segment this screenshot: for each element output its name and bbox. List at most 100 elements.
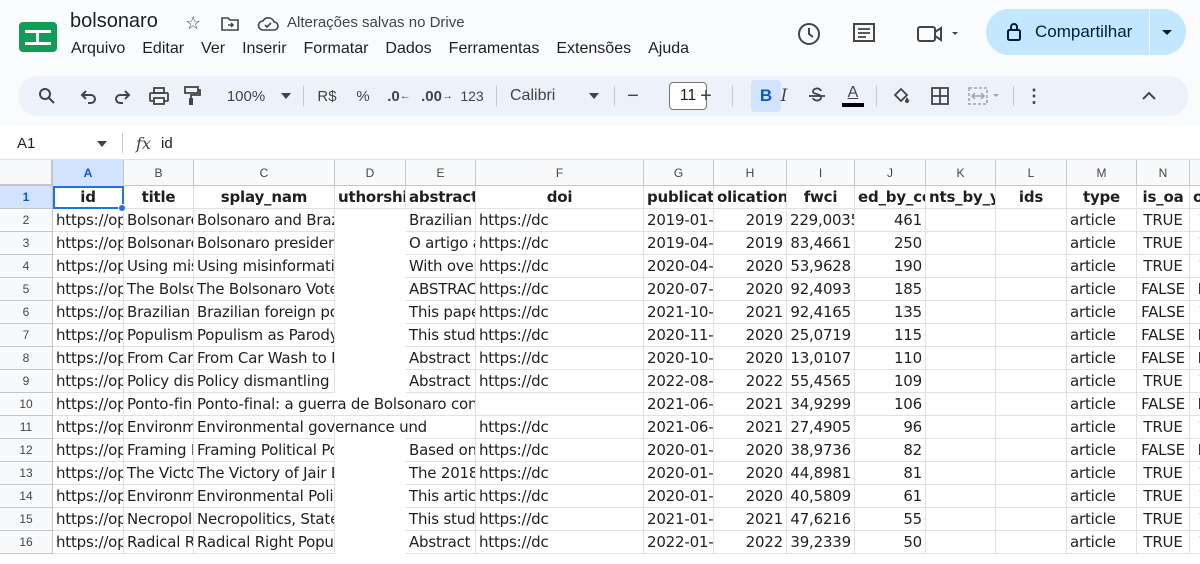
cell-i[interactable]: 39,2339 <box>787 531 855 554</box>
column-header-d[interactable]: D <box>335 160 406 186</box>
cell-m[interactable]: article <box>1067 209 1137 232</box>
cell-f[interactable]: https://dc <box>476 531 644 554</box>
row-number[interactable]: 3 <box>0 232 53 255</box>
cell-b[interactable]: The Bolso <box>124 278 194 301</box>
cell-b[interactable]: Bolsonaro <box>124 232 194 255</box>
currency-format-button[interactable]: R$ <box>314 84 340 108</box>
cell-k[interactable] <box>926 232 996 255</box>
share-button[interactable]: Compartilhar <box>986 9 1186 55</box>
merge-cells-icon[interactable] <box>966 84 1004 108</box>
cell-k[interactable] <box>926 393 996 416</box>
cell-c[interactable]: The Victory of Jair B <box>194 462 335 485</box>
cell-a[interactable]: https://op <box>53 255 124 278</box>
cell-i[interactable]: 38,9736 <box>787 439 855 462</box>
cell-l[interactable] <box>996 255 1067 278</box>
cell-l[interactable] <box>996 393 1067 416</box>
meet-icon[interactable] <box>912 20 962 48</box>
cell-a[interactable]: https://op <box>53 531 124 554</box>
cell-n[interactable]: TRUE <box>1137 416 1190 439</box>
name-box[interactable]: A1 <box>17 135 35 152</box>
cell-n[interactable]: TRUE <box>1137 209 1190 232</box>
cell-k[interactable] <box>926 485 996 508</box>
header-cell[interactable]: olication_y <box>714 186 787 209</box>
cell-e[interactable]: Based on <box>406 439 476 462</box>
cell-e[interactable]: With over <box>406 255 476 278</box>
cell-o[interactable]: FALSE <box>1190 347 1200 370</box>
font-dropdown-icon[interactable] <box>589 93 599 99</box>
cell-c[interactable]: Populism as Parody: <box>194 324 335 347</box>
cell-e[interactable]: O artigo a <box>406 232 476 255</box>
cell-i[interactable]: 92,4093 <box>787 278 855 301</box>
italic-button[interactable]: I <box>775 84 793 108</box>
sheets-logo-icon[interactable] <box>18 18 58 54</box>
text-color-button[interactable]: A <box>841 84 865 108</box>
cell-e[interactable]: Abstract D <box>406 370 476 393</box>
cell-e[interactable]: Abstract L <box>406 347 476 370</box>
cell-f[interactable]: https://dc <box>476 416 644 439</box>
cell-b[interactable]: Bolsonaro <box>124 209 194 232</box>
column-header-o[interactable]: O <box>1190 160 1200 186</box>
cell-a[interactable]: https://op <box>53 324 124 347</box>
cell-i[interactable]: 53,9628 <box>787 255 855 278</box>
cell-m[interactable]: article <box>1067 508 1137 531</box>
percent-format-button[interactable]: % <box>354 84 372 108</box>
cell-h[interactable]: 2020 <box>714 347 787 370</box>
cell-g[interactable]: 2021-06-21 <box>644 393 714 416</box>
cell-o[interactable]: TRUE <box>1190 370 1200 393</box>
cell-f[interactable] <box>476 393 644 416</box>
history-icon[interactable] <box>795 20 823 48</box>
cell-g[interactable]: 2022-01-12 <box>644 531 714 554</box>
cell-a[interactable]: https://op <box>53 416 124 439</box>
cell-e[interactable]: This articl <box>406 485 476 508</box>
cell-j[interactable]: 185 <box>855 278 926 301</box>
cell-k[interactable] <box>926 255 996 278</box>
cell-g[interactable]: 2019-01-01 <box>644 209 714 232</box>
cell-g[interactable]: 2022-08-16 <box>644 370 714 393</box>
cell-o[interactable]: TRUE <box>1190 416 1200 439</box>
column-header-k[interactable]: K <box>926 160 996 186</box>
cell-a[interactable]: https://op <box>53 301 124 324</box>
row-number[interactable]: 9 <box>0 370 53 393</box>
column-header-e[interactable]: E <box>406 160 476 186</box>
cell-n[interactable]: FALSE <box>1137 324 1190 347</box>
cell-h[interactable]: 2019 <box>714 232 787 255</box>
column-header-h[interactable]: H <box>714 160 787 186</box>
cell-j[interactable]: 50 <box>855 531 926 554</box>
cell-c[interactable]: Brazilian foreign pol <box>194 301 335 324</box>
cell-f[interactable]: https://dc <box>476 209 644 232</box>
cell-l[interactable] <box>996 485 1067 508</box>
cell-e[interactable]: Abstract I <box>406 531 476 554</box>
row-number[interactable]: 5 <box>0 278 53 301</box>
cell-i[interactable]: 229,0035 <box>787 209 855 232</box>
cell-a[interactable]: https://op <box>53 439 124 462</box>
cell-h[interactable]: 2021 <box>714 393 787 416</box>
cell-e[interactable]: The 2018 <box>406 462 476 485</box>
header-cell[interactable]: splay_nam <box>194 186 335 209</box>
cell-m[interactable]: article <box>1067 439 1137 462</box>
paint-format-icon[interactable] <box>181 84 203 108</box>
cell-m[interactable]: article <box>1067 393 1137 416</box>
cell-m[interactable]: article <box>1067 485 1137 508</box>
cell-g[interactable]: 2020-01-01 <box>644 462 714 485</box>
header-cell[interactable]: title <box>124 186 194 209</box>
cell-b[interactable]: Using mis <box>124 255 194 278</box>
fill-color-icon[interactable] <box>890 84 912 108</box>
strikethrough-icon[interactable] <box>806 84 828 108</box>
cell-j[interactable]: 461 <box>855 209 926 232</box>
more-formats-button[interactable]: 123 <box>459 84 485 108</box>
cell-j[interactable]: 96 <box>855 416 926 439</box>
cell-h[interactable]: 2020 <box>714 485 787 508</box>
row-number[interactable]: 11 <box>0 416 53 439</box>
cell-m[interactable]: article <box>1067 324 1137 347</box>
name-box-dropdown-icon[interactable] <box>97 141 107 147</box>
column-header-l[interactable]: L <box>996 160 1067 186</box>
cell-k[interactable] <box>926 508 996 531</box>
cell-e[interactable]: This study <box>406 508 476 531</box>
cell-n[interactable]: TRUE <box>1137 370 1190 393</box>
cell-c[interactable]: Bolsonaro and Brazil <box>194 209 335 232</box>
cell-h[interactable]: 2022 <box>714 370 787 393</box>
redo-icon[interactable] <box>111 84 133 108</box>
cell-j[interactable]: 115 <box>855 324 926 347</box>
cell-n[interactable]: TRUE <box>1137 531 1190 554</box>
row-number[interactable]: 12 <box>0 439 53 462</box>
